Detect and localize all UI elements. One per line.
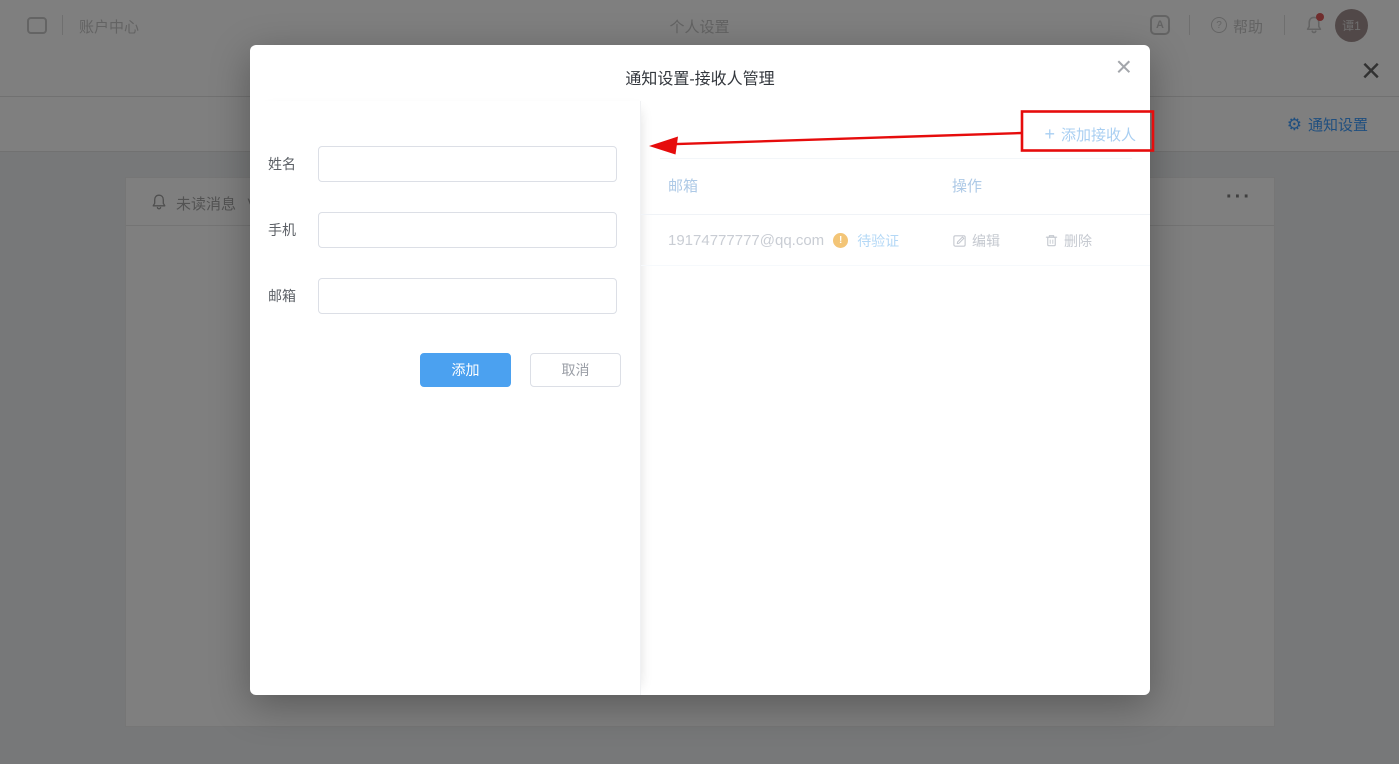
recipients-list-panel: + 添加接收人 邮箱 操作 19174777777@qq.com ! 待验证 编… <box>641 101 1150 695</box>
table-row: 19174777777@qq.com ! 待验证 编辑 <box>641 215 1150 266</box>
cancel-button[interactable]: 取消 <box>530 353 621 387</box>
phone-input[interactable] <box>318 212 617 248</box>
email-label: 邮箱 <box>268 278 314 314</box>
delete-label: 删除 <box>1064 231 1092 251</box>
column-header-email: 邮箱 <box>668 158 698 215</box>
recipient-management-modal: 通知设置-接收人管理 × 姓名 手机 邮箱 添加 取消 + 添加接收人 邮箱 操… <box>250 45 1150 695</box>
recipients-table-header: 邮箱 操作 <box>641 158 1150 215</box>
trash-icon <box>1044 233 1059 248</box>
name-input[interactable] <box>318 146 617 182</box>
status-badge[interactable]: 待验证 <box>857 231 899 251</box>
recipient-actions-cell: 编辑 删除 <box>952 215 1092 266</box>
add-recipient-form: 姓名 手机 邮箱 添加 取消 <box>250 101 641 695</box>
edit-label: 编辑 <box>972 231 1000 251</box>
recipient-email: 19174777777@qq.com <box>668 232 824 249</box>
email-input[interactable] <box>318 278 617 314</box>
name-label: 姓名 <box>268 146 314 182</box>
edit-icon <box>952 233 967 248</box>
column-header-action: 操作 <box>952 158 982 215</box>
add-recipient-button[interactable]: + 添加接收人 <box>1044 116 1136 152</box>
add-submit-button[interactable]: 添加 <box>420 353 511 387</box>
recipient-email-cell: 19174777777@qq.com ! 待验证 <box>668 215 899 266</box>
phone-label: 手机 <box>268 212 314 248</box>
plus-icon: + <box>1044 125 1055 143</box>
add-recipient-label: 添加接收人 <box>1061 124 1136 145</box>
warning-icon: ! <box>833 233 848 248</box>
modal-title: 通知设置-接收人管理 <box>250 65 1150 89</box>
edit-button[interactable]: 编辑 <box>952 231 1000 251</box>
delete-button[interactable]: 删除 <box>1044 231 1092 251</box>
modal-close-icon[interactable]: × <box>1116 53 1132 81</box>
